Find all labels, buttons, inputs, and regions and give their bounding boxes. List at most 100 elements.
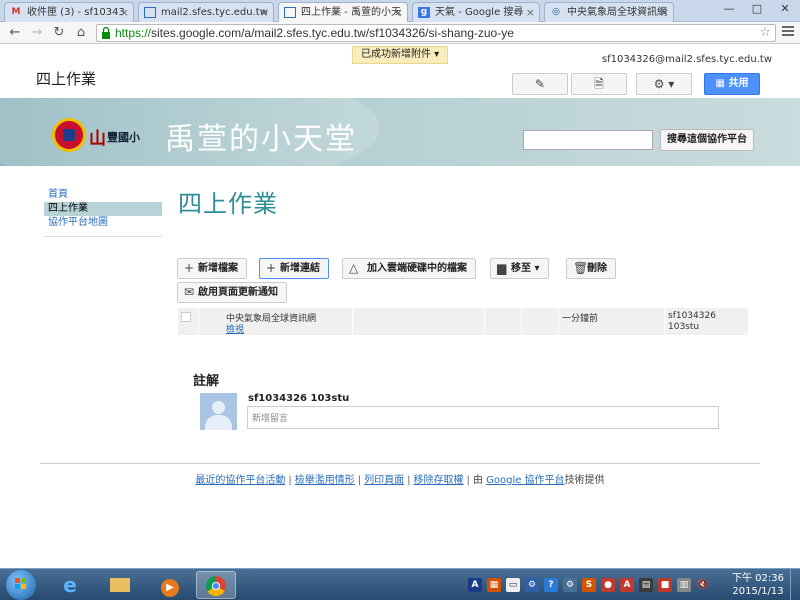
chrome-tray-icon[interactable]: ● <box>601 578 615 592</box>
sidebar-divider <box>44 236 162 237</box>
trash-icon: 🗑 <box>573 261 589 275</box>
taskbar-clock[interactable]: 下午 02:36 2015/1/13 <box>732 572 784 598</box>
google-icon: g <box>418 7 430 18</box>
settings-tray-icon[interactable]: ⚙ <box>525 578 539 592</box>
gmail-icon: M <box>11 7 21 17</box>
bookmark-star-icon[interactable]: ☆ <box>759 25 771 40</box>
network-icon[interactable]: ▥ <box>677 578 691 592</box>
recent-activity-link[interactable]: 最近的協作平台活動 <box>195 475 285 486</box>
new-page-icon: 🗎 <box>594 77 604 91</box>
tab-google-search[interactable]: g 天氣 - Google 搜尋 × <box>412 2 540 22</box>
tab-active-page[interactable]: 四上作業 - 禹萱的小天 × <box>278 2 408 22</box>
file-explorer-icon[interactable] <box>100 571 140 599</box>
close-tab-icon[interactable]: × <box>260 3 269 22</box>
user-email[interactable]: sf1034326@mail2.sfes.tyc.edu.tw <box>602 54 772 65</box>
notepad-tray-icon[interactable]: ▤ <box>639 578 653 592</box>
ime-icon[interactable]: A <box>468 578 482 592</box>
file-time: 一分鐘前 <box>562 314 599 324</box>
share-button[interactable]: ▦ 共用 <box>704 73 760 95</box>
powered-prefix: 由 <box>472 475 483 486</box>
site-search-input[interactable] <box>523 130 653 150</box>
cwb-icon: ◎ <box>552 7 560 17</box>
internet-explorer-icon[interactable]: e <box>50 571 90 599</box>
address-bar[interactable]: https://sites.google.com/a/mail2.sfes.ty… <box>96 24 776 42</box>
print-page-link[interactable]: 列印頁面 <box>364 475 404 486</box>
security-tray-icon[interactable]: ■ <box>658 578 672 592</box>
file-row: 中央氣象局全球資訊網 檢視 一分鐘前 sf1034326 103stu <box>178 308 748 335</box>
start-button[interactable] <box>6 570 36 600</box>
volume-muted-icon[interactable]: 🔇 <box>696 578 710 592</box>
commenter-name: sf1034326 103stu <box>248 393 350 404</box>
tab-label: 四上作業 - 禹萱的小天 <box>301 7 401 18</box>
view-link[interactable]: 檢視 <box>226 322 244 335</box>
move-to-button[interactable]: ▆ 移至 ▾ <box>490 258 549 279</box>
sites-icon <box>144 7 156 18</box>
browser-tab-strip: M 收件匣 (3) - sf10343 × mail2.sfes.tyc.edu… <box>0 0 800 22</box>
sites-icon <box>284 7 296 18</box>
tab-gmail[interactable]: M 收件匣 (3) - sf10343 × <box>4 2 134 22</box>
settings-button[interactable]: ⚙ ▾ <box>636 73 692 95</box>
logo-school-text: 豐國小 <box>107 131 140 144</box>
plus-icon: + <box>184 261 195 275</box>
home-icon[interactable]: ⌂ <box>72 24 90 42</box>
sidebar-item-current[interactable]: 四上作業 <box>44 202 162 216</box>
help-icon[interactable]: ? <box>544 578 558 592</box>
remove-access-link[interactable]: 移除存取權 <box>414 475 464 486</box>
ime-settings-icon[interactable]: ⚙ <box>563 578 577 592</box>
row-checkbox[interactable] <box>181 312 191 322</box>
edit-page-button[interactable]: ✎ <box>512 73 568 95</box>
media-player-icon[interactable]: ▶ <box>150 571 190 599</box>
file-user: sf1034326 103stu <box>668 311 716 332</box>
site-name[interactable]: 禹萱的小天堂 <box>165 114 357 158</box>
tab-label: 收件匣 (3) - sf10343 <box>27 7 125 18</box>
attachment-added-notification[interactable]: 已成功新增附件 ▾ <box>352 46 449 64</box>
header-page-title: 四上作業 <box>36 70 97 88</box>
sidebar-item-sitemap[interactable]: 協作平台地圖 <box>44 216 162 230</box>
add-file-button[interactable]: + 新增檔案 <box>177 258 247 279</box>
comments-heading: 註解 <box>193 374 220 389</box>
logo-mountain-text: 山 <box>89 129 106 149</box>
browser-toolbar: ← → ↻ ⌂ https://sites.google.com/a/mail2… <box>0 22 800 44</box>
maximize-icon[interactable]: □ <box>744 0 770 18</box>
ime-mode-icon[interactable]: ▦ <box>487 578 501 592</box>
minimize-icon[interactable]: — <box>716 0 742 18</box>
windows-logo-icon <box>15 578 27 590</box>
acrobat-icon[interactable]: A <box>620 578 634 592</box>
report-abuse-link[interactable]: 檢舉濫用情形 <box>295 475 355 486</box>
powered-suffix: 技術提供 <box>564 475 605 486</box>
enable-notifications-button[interactable]: ✉ 啟用頁面更新通知 <box>177 282 287 303</box>
back-icon[interactable]: ← <box>6 24 24 42</box>
sidebar-nav: 首頁 四上作業 協作平台地圖 <box>44 188 162 237</box>
close-tab-icon[interactable]: × <box>394 3 403 22</box>
close-tab-icon[interactable]: × <box>526 3 535 22</box>
site-search-button[interactable]: 搜尋這個協作平台 <box>660 129 754 151</box>
close-window-icon[interactable]: ✕ <box>772 0 798 18</box>
forward-icon[interactable]: → <box>28 24 46 42</box>
chrome-icon[interactable] <box>196 571 236 599</box>
mail-icon: ✉ <box>184 285 195 299</box>
close-tab-icon[interactable]: × <box>120 3 129 22</box>
lock-icon <box>102 27 110 39</box>
share-label: 共用 <box>728 78 749 89</box>
tab-mail2[interactable]: mail2.sfes.tyc.edu.tw × <box>138 2 274 22</box>
add-drive-file-button[interactable]: △ 加入雲端硬碟中的檔案 <box>342 258 476 279</box>
add-link-button[interactable]: + 新增連結 <box>259 258 329 279</box>
school-logo <box>52 118 86 152</box>
reload-icon[interactable]: ↻ <box>50 24 68 42</box>
sidebar-item-home[interactable]: 首頁 <box>44 188 162 202</box>
footer-divider <box>40 463 760 464</box>
delete-button[interactable]: 🗑 刪除 <box>566 258 616 279</box>
app-tray-icon[interactable]: S <box>582 578 596 592</box>
clock-time: 下午 02:36 <box>732 573 784 584</box>
browser-menu-icon[interactable] <box>780 24 796 40</box>
tab-label: mail2.sfes.tyc.edu.tw <box>161 7 268 18</box>
comment-input[interactable]: 新增留言 <box>247 406 719 429</box>
new-page-button[interactable]: 🗎 <box>571 73 627 95</box>
pencil-icon: ✎ <box>534 77 546 91</box>
google-sites-link[interactable]: Google 協作平台 <box>486 475 564 486</box>
close-tab-icon[interactable]: × <box>660 3 669 22</box>
keyboard-icon[interactable]: ▭ <box>506 578 520 592</box>
tab-cwb[interactable]: ◎ 中央氣象局全球資訊網 × <box>544 2 674 22</box>
tab-label: 天氣 - Google 搜尋 <box>435 7 524 18</box>
show-desktop-button[interactable] <box>790 569 800 600</box>
